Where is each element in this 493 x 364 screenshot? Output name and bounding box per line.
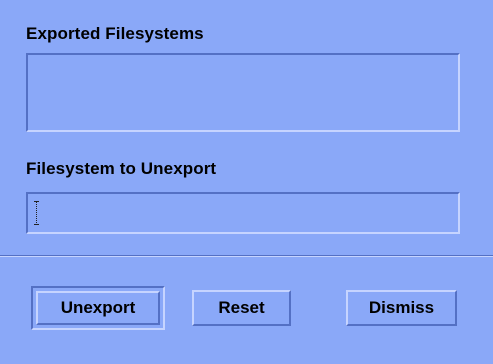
unexport-dialog: Exported Filesystems Filesystem to Unexp… [0,0,493,364]
unexport-button[interactable]: Unexport [36,291,160,325]
exported-filesystems-list[interactable] [26,53,460,132]
text-cursor-icon [34,201,39,225]
dismiss-button[interactable]: Dismiss [346,290,457,326]
exported-filesystems-label: Exported Filesystems [26,24,204,43]
reset-button[interactable]: Reset [192,290,291,326]
separator [0,255,493,257]
filesystem-to-unexport-label: Filesystem to Unexport [26,159,217,178]
default-button-frame: Unexport [31,286,165,330]
filesystem-to-unexport-input[interactable] [26,192,460,234]
